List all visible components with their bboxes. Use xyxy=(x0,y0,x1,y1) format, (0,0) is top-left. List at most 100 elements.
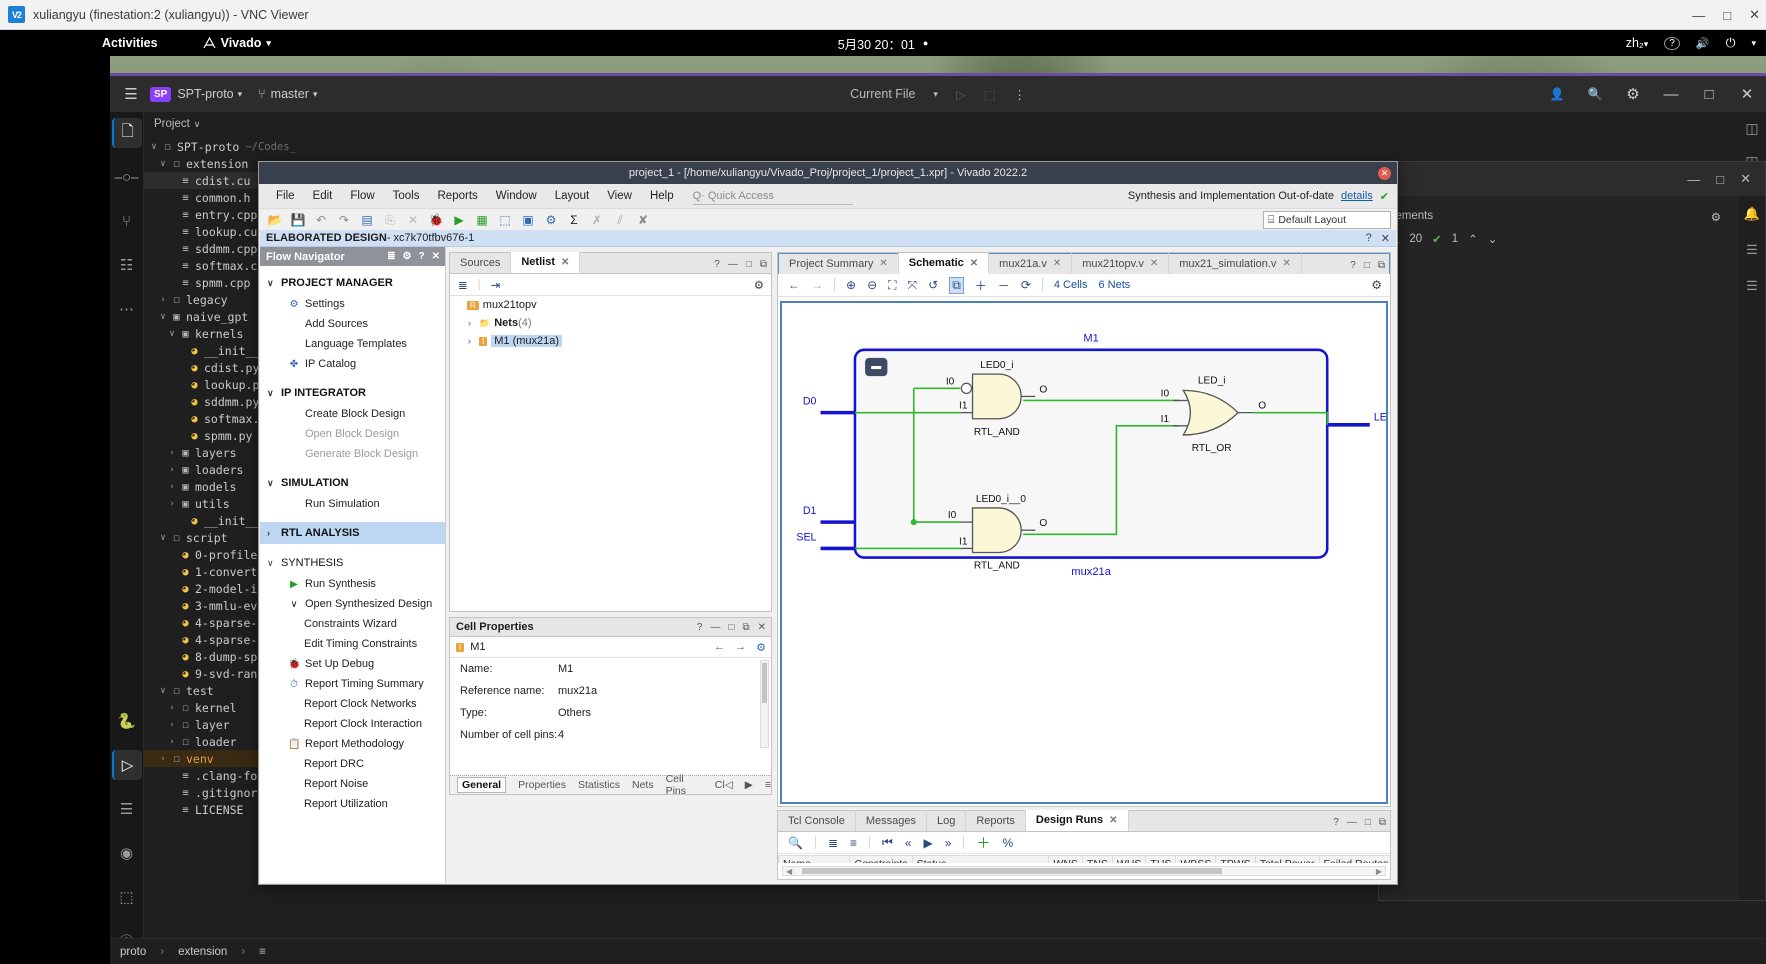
chevron-down-icon[interactable]: ▾ xyxy=(313,89,318,100)
flow-navigator-item[interactable]: Report DRC xyxy=(260,754,445,774)
more-views-icon[interactable]: ⋯ xyxy=(112,294,142,324)
search-icon[interactable]: 🔍 xyxy=(788,836,803,850)
accounts-icon[interactable]: 👤 xyxy=(1544,81,1570,107)
flow-navigator-section[interactable]: ∨ SYNTHESIS xyxy=(260,552,445,574)
flow-navigator-item[interactable]: Report Clock Interaction xyxy=(260,714,445,734)
list-icon[interactable]: ☰ xyxy=(1746,242,1758,258)
chevron-icon[interactable]: › xyxy=(166,720,178,730)
tab-schematic[interactable]: Schematic ✕ xyxy=(898,253,990,274)
menu-edit[interactable]: Edit xyxy=(304,187,342,205)
table-column-header[interactable]: TPWS xyxy=(1215,855,1256,863)
close-icon[interactable]: ✕ xyxy=(970,258,978,269)
tab-mux21topv-v[interactable]: mux21topv.v ✕ xyxy=(1072,253,1170,274)
menu-layout[interactable]: Layout xyxy=(546,187,599,205)
vnc-close-button[interactable]: ✕ xyxy=(1749,7,1760,23)
flow-navigator-item[interactable]: Report Clock Networks xyxy=(260,694,445,714)
refresh-icon[interactable]: ↺ xyxy=(928,278,938,292)
flow-navigator-item[interactable]: ⚙ Settings xyxy=(260,294,445,314)
forward-icon[interactable]: → xyxy=(811,278,823,292)
cell-properties-tab[interactable]: General xyxy=(457,777,507,793)
float-icon[interactable]: ⧉ xyxy=(760,259,767,270)
explorer-header[interactable]: Project ∨ xyxy=(144,112,328,138)
expand-icon[interactable]: ⇥ xyxy=(491,278,501,292)
chevron-down-icon[interactable]: ▾ xyxy=(933,89,938,100)
collapse-icon[interactable]: － xyxy=(998,277,1010,294)
chevron-down-icon[interactable]: ▾ xyxy=(238,89,243,100)
close-button[interactable]: ✕ xyxy=(1734,81,1760,107)
menu-flow[interactable]: Flow xyxy=(341,187,383,205)
chevron-icon[interactable]: › xyxy=(166,703,178,713)
back-icon[interactable]: ← xyxy=(788,278,800,292)
flow-navigator-item[interactable]: Constraints Wizard xyxy=(260,614,445,634)
run-button[interactable]: ▷ xyxy=(956,87,966,102)
flow-navigator-section[interactable]: ∨ SIMULATION xyxy=(260,472,445,494)
close-button[interactable]: ✕ xyxy=(1378,166,1391,180)
chevron-icon[interactable]: › xyxy=(166,465,178,475)
menu-file[interactable]: File xyxy=(267,187,304,205)
menu-help[interactable]: Help xyxy=(641,187,683,205)
maximize-button[interactable]: □ xyxy=(1696,81,1722,107)
menu-tools[interactable]: Tools xyxy=(384,187,429,205)
vnc-minimize-button[interactable]: — xyxy=(1692,8,1705,23)
tab-log[interactable]: Log xyxy=(927,810,967,831)
testing-icon[interactable]: ◉ xyxy=(112,838,142,868)
cell-properties-scrollbar[interactable] xyxy=(760,660,769,748)
maximize-button[interactable]: □ xyxy=(1716,172,1724,187)
menu-reports[interactable]: Reports xyxy=(429,187,487,205)
list-icon[interactable]: ☰ xyxy=(1746,278,1758,294)
branch-graph-icon[interactable]: ⑂ xyxy=(112,206,142,236)
table-column-header[interactable]: WNS xyxy=(1048,855,1083,863)
source-control-icon[interactable]: ⎯○⎯ xyxy=(112,162,142,192)
implement-icon[interactable]: ▦ xyxy=(472,211,492,229)
maximize-icon[interactable]: □ xyxy=(746,259,752,270)
tree-item[interactable]: ∨ ☐ SPT-proto ~/Codes_ xyxy=(144,138,328,155)
table-column-header[interactable]: THS xyxy=(1145,855,1177,863)
table-column-header[interactable]: TNS xyxy=(1081,855,1113,863)
clock[interactable]: 5月30 20：01 ● xyxy=(838,34,929,53)
close-icon[interactable]: ✕ xyxy=(1109,815,1117,826)
scrollbar-thumb[interactable] xyxy=(802,868,1223,874)
select-area-icon[interactable]: ⧉ xyxy=(949,276,964,294)
chevron-icon[interactable]: › xyxy=(157,295,169,305)
gear-icon[interactable]: ⚙ xyxy=(756,641,766,654)
minimize-icon[interactable]: — xyxy=(710,622,720,633)
cell-properties-tab[interactable]: Cell Pins xyxy=(666,773,703,797)
bell-icon[interactable]: 🔔 xyxy=(1744,206,1760,222)
help-icon[interactable]: ? xyxy=(1664,36,1680,50)
flow-navigator-item[interactable]: Report Noise xyxy=(260,774,445,794)
slash-icon[interactable]: ⫽ xyxy=(610,211,630,229)
current-file-label[interactable]: Current File xyxy=(850,87,915,101)
sum-icon[interactable]: Σ xyxy=(564,211,584,229)
python-icon[interactable]: 🐍 xyxy=(112,706,142,736)
quick-access-input[interactable]: Q· Quick Access xyxy=(692,188,853,205)
breadcrumb-item[interactable]: extension xyxy=(178,946,227,958)
gear-icon[interactable]: ⚙ xyxy=(1711,210,1721,224)
chevron-icon[interactable]: ∨ xyxy=(157,159,169,169)
close-icon[interactable]: ✕ xyxy=(1381,232,1390,245)
flow-navigator-section[interactable]: ∨ IP INTEGRATOR xyxy=(260,382,445,404)
netlist-tree-item[interactable]: › 📁 Nets (4) xyxy=(450,314,771,332)
flow-navigator-item[interactable]: ▶ Run Synthesis xyxy=(260,574,445,594)
flow-navigator-item[interactable]: ⏱ Report Timing Summary xyxy=(260,674,445,694)
float-icon[interactable]: ⧉ xyxy=(1379,817,1386,828)
help-icon[interactable]: ? xyxy=(419,251,425,262)
zoom-in-icon[interactable]: ⊕ xyxy=(846,278,856,292)
remote-explorer-icon[interactable]: ⬚ xyxy=(112,882,142,912)
close-icon[interactable]: ✕ xyxy=(1053,258,1061,269)
chevron-icon[interactable]: › xyxy=(166,737,178,747)
expand-icon[interactable]: ＋ xyxy=(975,277,987,294)
copy-icon[interactable]: ⎘ xyxy=(380,211,400,229)
vnc-maximize-button[interactable]: □ xyxy=(1723,8,1731,23)
breadcrumb-item[interactable]: proto xyxy=(120,946,146,958)
schematic-canvas[interactable]: M1 mux21a D0 D1 SEL LED xyxy=(780,301,1388,804)
chevron-icon[interactable]: ∨ xyxy=(157,686,169,696)
open-editors-icon[interactable]: ◫ xyxy=(1745,120,1758,137)
flow-navigator-item[interactable]: 📋 Report Methodology xyxy=(260,734,445,754)
redo-icon[interactable]: ↷ xyxy=(334,211,354,229)
branch-name[interactable]: master xyxy=(271,87,309,101)
tabs-menu-icon[interactable]: ≡ xyxy=(765,779,771,791)
flow-navigator-item[interactable]: Report Utilization xyxy=(260,794,445,814)
collapse-icon[interactable]: ≣ xyxy=(387,251,395,262)
undo-icon[interactable]: ↶ xyxy=(311,211,331,229)
minimize-button[interactable]: — xyxy=(1658,81,1684,107)
